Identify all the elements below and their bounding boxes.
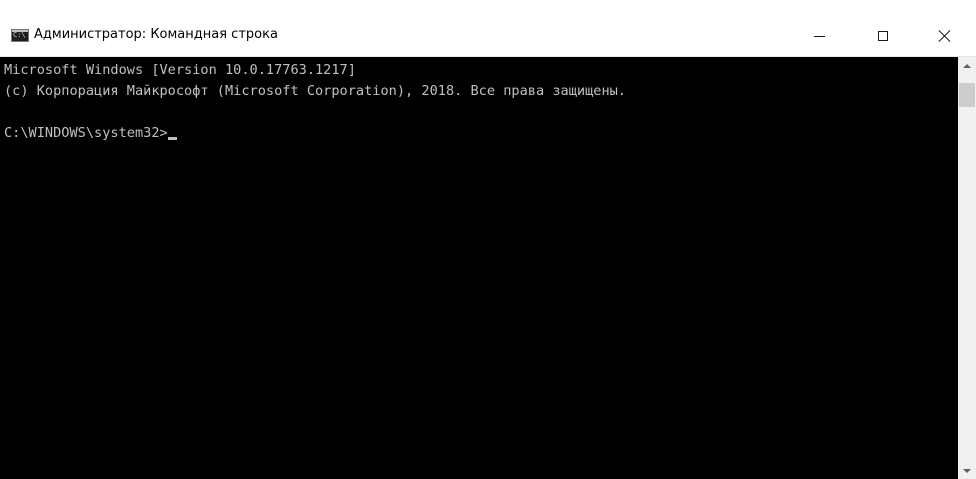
console-line-copyright: (c) Корпорация Майкрософт (Microsoft Cor…	[4, 83, 626, 99]
scroll-up-button[interactable]	[958, 57, 976, 74]
title-bar[interactable]: C:\ Администратор: Командная строка	[0, 0, 976, 57]
console-prompt: C:\WINDOWS\system32>	[4, 125, 168, 141]
console-output[interactable]: Microsoft Windows [Version 10.0.17763.12…	[0, 57, 958, 479]
text-cursor	[167, 137, 177, 140]
close-button[interactable]	[922, 15, 968, 57]
scroll-down-button[interactable]	[958, 462, 976, 479]
chevron-up-icon	[963, 63, 971, 68]
cmd-icon[interactable]: C:\	[11, 29, 29, 42]
cmd-window: C:\ Администратор: Командная строка Micr…	[0, 0, 976, 479]
close-icon	[938, 29, 952, 43]
chevron-down-icon	[963, 468, 971, 473]
window-title: Администратор: Командная строка	[34, 27, 278, 42]
scroll-thumb[interactable]	[959, 83, 975, 107]
console-prompt-line[interactable]: C:\WINDOWS\system32>	[4, 123, 958, 144]
vertical-scrollbar[interactable]	[958, 57, 976, 479]
console-line-blank	[4, 102, 958, 123]
console-line-version: Microsoft Windows [Version 10.0.17763.12…	[4, 62, 356, 78]
minimize-icon	[813, 35, 825, 37]
minimize-button[interactable]	[796, 15, 842, 57]
maximize-icon	[878, 31, 888, 41]
maximize-button[interactable]	[860, 15, 906, 57]
